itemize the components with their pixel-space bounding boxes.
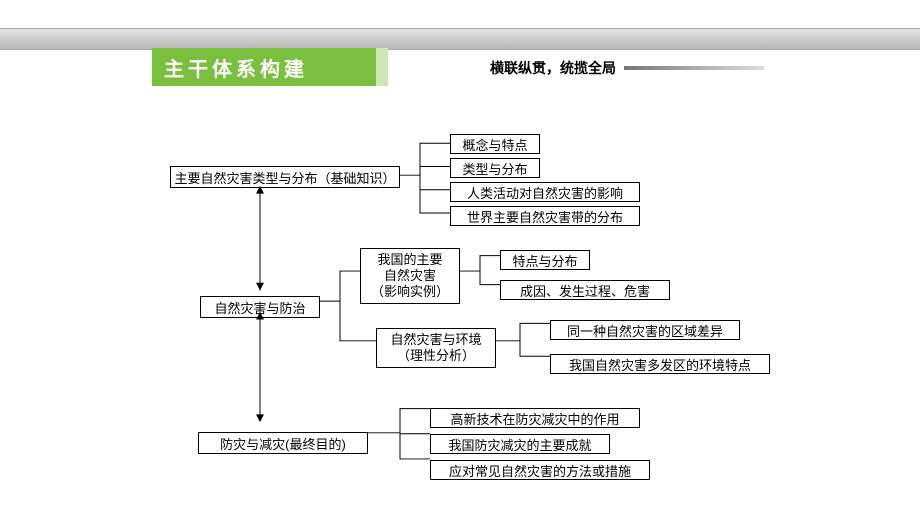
node-b1-leaf0: 概念与特点 xyxy=(450,134,540,154)
subtitle-text: 横联纵贯，统揽全局 xyxy=(490,58,616,78)
diagram-canvas: 自然灾害与防治 主要自然灾害类型与分布（基础知识） 概念与特点 类型与分布 人类… xyxy=(150,120,910,488)
node-branch1: 主要自然灾害类型与分布（基础知识） xyxy=(170,166,400,188)
node-b3-leaf0: 高新技术在防灾减灾中的作用 xyxy=(430,408,640,428)
node-b1-leaf2: 人类活动对自然灾害的影响 xyxy=(450,182,640,202)
title-box: 主干体系构建 xyxy=(152,48,388,86)
subtitle-box: 横联纵贯，统揽全局 xyxy=(490,58,764,78)
node-root: 自然灾害与防治 xyxy=(200,296,320,318)
node-b1-leaf3: 世界主要自然灾害带的分布 xyxy=(450,206,640,226)
node-b1-leaf1: 类型与分布 xyxy=(450,158,540,178)
node-b2b-leaf1: 我国自然灾害多发区的环境特点 xyxy=(550,354,770,374)
node-b2b-leaf0: 同一种自然灾害的区域差异 xyxy=(550,320,740,340)
node-b2a-line1: 我国的主要 自然灾害 （影响实例） xyxy=(371,252,449,301)
node-branch2a: 我国的主要 自然灾害 （影响实例） xyxy=(360,248,460,304)
node-branch3: 防灾与减灾(最终目的) xyxy=(198,432,368,454)
node-branch2b: 自然灾害与环境 （理性分析） xyxy=(376,328,496,368)
header-divider xyxy=(0,28,920,50)
node-b3-leaf2: 应对常见自然灾害的方法或措施 xyxy=(430,460,650,480)
node-b2b-label: 自然灾害与环境 （理性分析） xyxy=(390,332,481,365)
node-b2a-leaf1: 成因、发生过程、危害 xyxy=(500,280,670,300)
page-title: 主干体系构建 xyxy=(164,53,308,82)
node-b2a-leaf0: 特点与分布 xyxy=(500,250,590,270)
node-b3-leaf1: 我国防灾减灾的主要成就 xyxy=(430,434,610,454)
subtitle-line xyxy=(624,66,764,70)
